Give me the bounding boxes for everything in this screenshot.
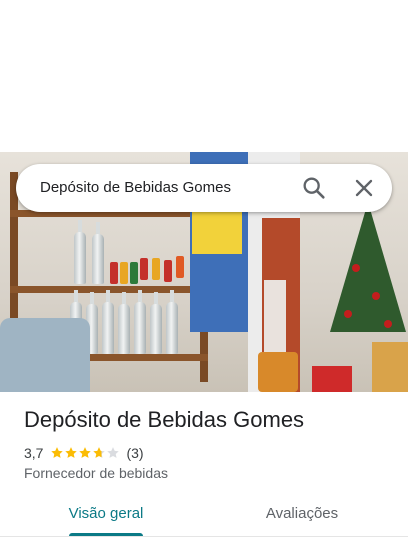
photo-bottle bbox=[166, 290, 178, 354]
tab-overview[interactable]: Visão geral bbox=[40, 498, 172, 544]
star-icon bbox=[79, 447, 92, 458]
photo-bottle bbox=[74, 220, 86, 284]
tab-reviews[interactable]: Avaliações bbox=[236, 498, 368, 544]
tabs-divider bbox=[0, 536, 408, 537]
search-icon[interactable] bbox=[300, 174, 328, 202]
search-bar[interactable]: Depósito de Bebidas Gomes bbox=[16, 164, 392, 212]
tab-overview-label: Visão geral bbox=[68, 505, 144, 522]
star-icon bbox=[65, 447, 78, 458]
photo-can bbox=[176, 256, 184, 278]
photo-ornament bbox=[344, 310, 352, 318]
photo-bag bbox=[0, 318, 90, 392]
photo-box bbox=[372, 342, 408, 392]
photo-gift bbox=[312, 366, 352, 392]
star-icon bbox=[51, 447, 64, 458]
photo-ornament bbox=[372, 292, 380, 300]
photo-can bbox=[140, 258, 148, 280]
rating-value: 3,7 bbox=[24, 445, 44, 461]
map-blank-area bbox=[0, 0, 408, 152]
photo-can bbox=[164, 260, 172, 282]
photo-christmas-tree bbox=[330, 202, 406, 332]
photo-ornament bbox=[352, 264, 360, 272]
photo-bottle bbox=[150, 292, 162, 354]
photo-chips bbox=[258, 352, 298, 392]
tab-reviews-label: Avaliações bbox=[265, 505, 339, 522]
photo-bottle bbox=[92, 222, 104, 284]
place-category[interactable]: Fornecedor de bebidas bbox=[24, 465, 168, 481]
review-count[interactable]: (3) bbox=[126, 445, 143, 461]
rating-row[interactable]: 3,7 (3) bbox=[24, 444, 144, 462]
photo-can bbox=[120, 262, 128, 284]
search-query[interactable]: Depósito de Bebidas Gomes bbox=[40, 164, 231, 212]
photo-bottle bbox=[134, 290, 146, 354]
place-title: Depósito de Bebidas Gomes bbox=[24, 407, 305, 432]
photo-can bbox=[110, 262, 118, 284]
photo-can bbox=[152, 258, 160, 280]
rating-stars bbox=[50, 446, 120, 460]
photo-ornament bbox=[384, 320, 392, 328]
photo-bottle bbox=[102, 290, 114, 354]
photo-bottle bbox=[118, 292, 130, 354]
photo-yellow-sign bbox=[192, 210, 242, 254]
star-icon bbox=[107, 447, 120, 458]
star-icon bbox=[93, 447, 106, 458]
photo-can bbox=[130, 262, 138, 284]
close-icon[interactable] bbox=[350, 174, 378, 202]
